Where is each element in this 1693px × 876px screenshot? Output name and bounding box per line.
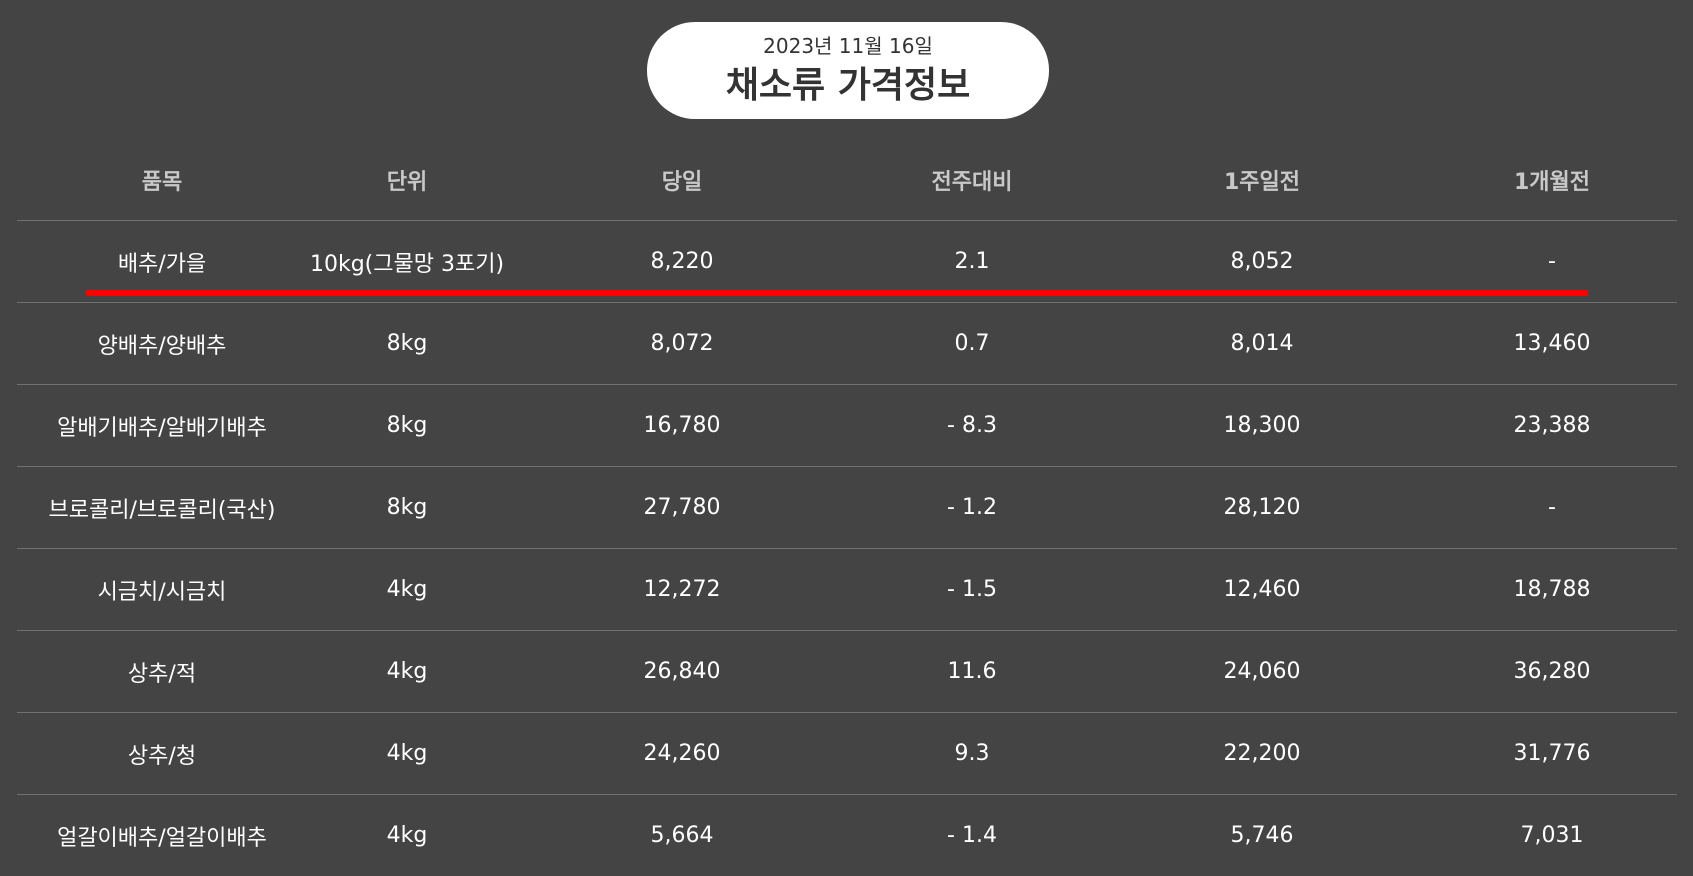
table-row: 양배추/양배추 8kg 8,072 0.7 8,014 13,460: [17, 303, 1677, 385]
cell-unit: 8kg: [386, 495, 428, 520]
cell-month-ago: 31,776: [1513, 741, 1591, 766]
cell-today: 12,272: [643, 577, 721, 602]
table-header: 품목 단위 당일 전주대비 1주일전 1개월전: [17, 140, 1677, 221]
table-row: 얼갈이배추/얼갈이배추 4kg 5,664 - 1.4 5,746 7,031: [17, 795, 1677, 876]
report-date: 2023년 11월 16일: [763, 34, 933, 58]
page-title: 채소류 가격정보: [725, 65, 971, 106]
cell-weekly-change: 9.3: [954, 741, 990, 766]
cell-unit: 4kg: [386, 659, 428, 684]
column-header-unit: 단위: [386, 170, 428, 195]
table-row: 상추/청 4kg 24,260 9.3 22,200 31,776: [17, 713, 1677, 795]
cell-unit: 8kg: [386, 413, 428, 438]
cell-today: 26,840: [643, 659, 721, 684]
column-header-weekly-change: 전주대비: [931, 170, 1013, 195]
cell-today: 27,780: [643, 495, 721, 520]
cell-unit: 4kg: [386, 741, 428, 766]
cell-weekly-change: - 1.5: [947, 577, 997, 602]
cell-month-ago: 36,280: [1513, 659, 1591, 684]
title-banner: 2023년 11월 16일 채소류 가격정보: [647, 22, 1049, 119]
cell-month-ago: -: [1548, 495, 1556, 520]
cell-today: 24,260: [643, 741, 721, 766]
column-header-week-ago: 1주일전: [1223, 170, 1301, 195]
cell-week-ago: 24,060: [1223, 659, 1301, 684]
cell-week-ago: 28,120: [1223, 495, 1301, 520]
cell-week-ago: 5,746: [1230, 823, 1294, 848]
cell-unit: 4kg: [386, 823, 428, 848]
column-header-month-ago: 1개월전: [1513, 170, 1591, 195]
cell-month-ago: 23,388: [1513, 413, 1591, 438]
cell-today: 8,072: [650, 331, 714, 356]
cell-weekly-change: - 1.2: [947, 495, 997, 520]
cell-week-ago: 8,014: [1230, 331, 1294, 356]
cell-week-ago: 22,200: [1223, 741, 1301, 766]
column-header-today: 당일: [661, 170, 703, 195]
table-row: 시금치/시금치 4kg 12,272 - 1.5 12,460 18,788: [17, 549, 1677, 631]
cell-month-ago: 13,460: [1513, 331, 1591, 356]
cell-today: 5,664: [650, 823, 714, 848]
cell-month-ago: 7,031: [1520, 823, 1584, 848]
table-row: 브로콜리/브로콜리(국산) 8kg 27,780 - 1.2 28,120 -: [17, 467, 1677, 549]
cell-today: 16,780: [643, 413, 721, 438]
cell-week-ago: 18,300: [1223, 413, 1301, 438]
cell-month-ago: 18,788: [1513, 577, 1591, 602]
cell-weekly-change: - 1.4: [947, 823, 997, 848]
highlight-underline: [86, 290, 1588, 296]
table-row: 알배기배추/알배기배추 8kg 16,780 - 8.3 18,300 23,3…: [17, 385, 1677, 467]
cell-unit: 4kg: [386, 577, 428, 602]
cell-weekly-change: 11.6: [947, 659, 997, 684]
cell-weekly-change: - 8.3: [947, 413, 997, 438]
table-row: 상추/적 4kg 26,840 11.6 24,060 36,280: [17, 631, 1677, 713]
cell-unit: 8kg: [386, 331, 428, 356]
cell-week-ago: 12,460: [1223, 577, 1301, 602]
cell-weekly-change: 0.7: [954, 331, 990, 356]
price-table: 품목 단위 당일 전주대비 1주일전 1개월전 배추/가을 10kg(그물망 3…: [17, 140, 1677, 876]
